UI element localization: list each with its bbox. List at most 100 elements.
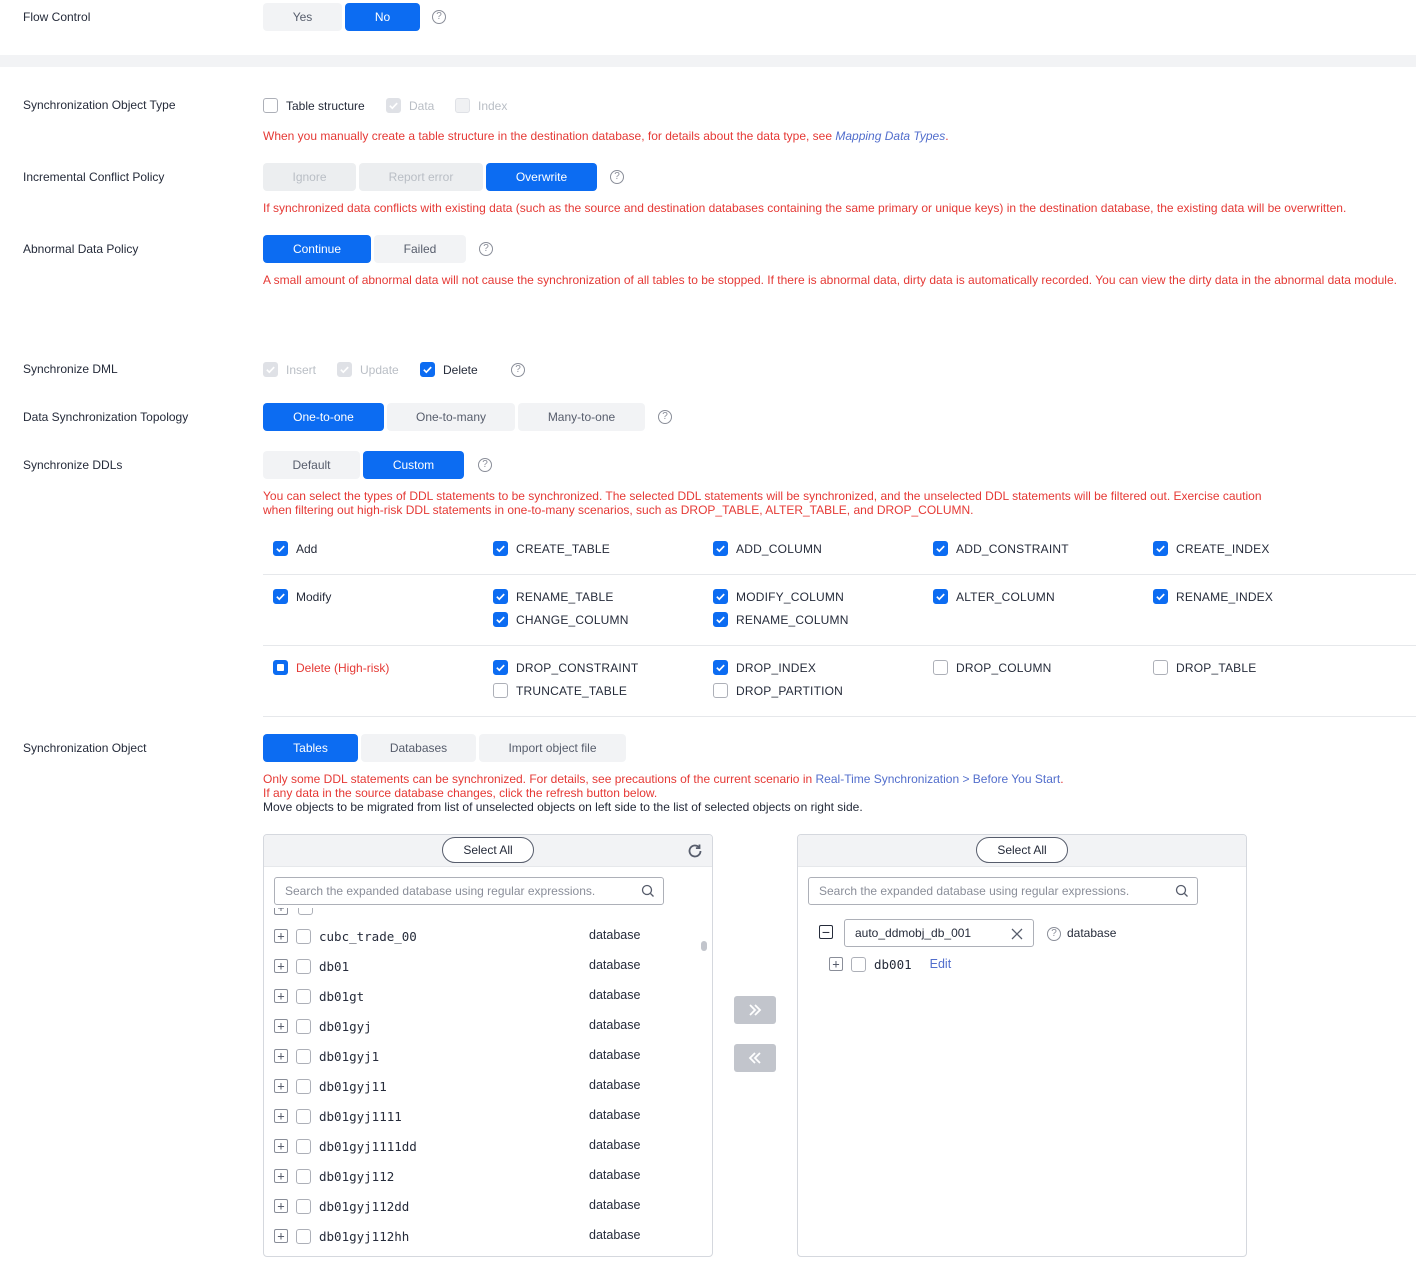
checkbox-box[interactable]: [713, 589, 728, 604]
list-item[interactable]: + db01gt: [274, 986, 364, 1006]
row-checkbox[interactable]: [296, 988, 311, 1004]
before-you-start-link[interactable]: Real-Time Synchronization > Before You S…: [816, 772, 1061, 786]
list-item[interactable]: + db001 Edit: [829, 954, 951, 974]
list-item[interactable]: + db01gyj11: [274, 1076, 387, 1096]
ddl-create-table[interactable]: CREATE_TABLE: [493, 541, 610, 556]
ddl-create-index[interactable]: CREATE_INDEX: [1153, 541, 1270, 556]
checkbox-box[interactable]: [493, 541, 508, 556]
topology-help-icon[interactable]: ?: [658, 410, 672, 424]
right-search-input[interactable]: Search the expanded database using regul…: [808, 877, 1198, 905]
ddl-truncate-table[interactable]: TRUNCATE_TABLE: [493, 683, 627, 698]
ddl-add-column[interactable]: ADD_COLUMN: [713, 541, 822, 556]
checkbox-box[interactable]: [933, 541, 948, 556]
ddl-group-modify[interactable]: Modify: [273, 589, 331, 604]
ddl-rename-column[interactable]: RENAME_COLUMN: [713, 612, 849, 627]
ddl-drop-index[interactable]: DROP_INDEX: [713, 660, 816, 675]
row-checkbox[interactable]: [296, 1168, 311, 1184]
checkbox-box[interactable]: [493, 660, 508, 675]
expand-icon[interactable]: +: [274, 1169, 288, 1183]
expand-icon[interactable]: +: [274, 1199, 288, 1213]
right-select-all-button[interactable]: Select All: [976, 837, 1068, 863]
list-item[interactable]: + db01gyj112: [274, 1166, 394, 1186]
ddl-group-delete[interactable]: Delete (High-risk): [273, 660, 389, 675]
list-item[interactable]: + db01gyj: [274, 1016, 372, 1036]
flow-control-no[interactable]: No: [345, 3, 420, 31]
search-icon[interactable]: [1175, 884, 1189, 898]
checkbox-box[interactable]: [420, 362, 435, 377]
dml-delete[interactable]: Delete: [420, 362, 478, 377]
checkbox-box[interactable]: [933, 660, 948, 675]
checkbox-box[interactable]: [713, 660, 728, 675]
row-checkbox[interactable]: [296, 1198, 311, 1214]
checkbox-box[interactable]: [1153, 660, 1168, 675]
checkbox-box[interactable]: [273, 589, 288, 604]
ddl-modify-column[interactable]: MODIFY_COLUMN: [713, 589, 844, 604]
checkbox-box[interactable]: [273, 541, 288, 556]
tab-databases[interactable]: Databases: [361, 734, 476, 762]
expand-icon[interactable]: +: [274, 929, 288, 943]
flow-control-help-icon[interactable]: ?: [432, 10, 446, 24]
ddl-rename-index[interactable]: RENAME_INDEX: [1153, 589, 1273, 604]
ddl-drop-table[interactable]: DROP_TABLE: [1153, 660, 1256, 675]
checkbox-box[interactable]: [1153, 541, 1168, 556]
checkbox-box[interactable]: [713, 541, 728, 556]
tab-tables[interactable]: Tables: [263, 734, 358, 762]
flow-control-yes[interactable]: Yes: [263, 3, 342, 31]
checkbox-box[interactable]: [273, 660, 288, 675]
ddl-custom[interactable]: Custom: [363, 451, 464, 479]
database-help-icon[interactable]: ?: [1047, 927, 1061, 941]
checkbox-box[interactable]: [933, 589, 948, 604]
row-checkbox[interactable]: [296, 1078, 311, 1094]
ddl-default[interactable]: Default: [263, 451, 360, 479]
ddl-drop-column[interactable]: DROP_COLUMN: [933, 660, 1052, 675]
expand-icon[interactable]: +: [274, 959, 288, 973]
list-item[interactable]: + db01: [274, 956, 349, 976]
incremental-conflict-help-icon[interactable]: ?: [610, 170, 624, 184]
sync-ddls-help-icon[interactable]: ?: [478, 458, 492, 472]
list-item[interactable]: + db01gyj1111dd: [274, 1136, 417, 1156]
row-checkbox[interactable]: [296, 928, 311, 944]
row-checkbox[interactable]: [851, 956, 866, 972]
expand-icon[interactable]: +: [274, 1109, 288, 1123]
expand-icon[interactable]: +: [274, 989, 288, 1003]
checkbox-table-structure[interactable]: Table structure: [263, 98, 365, 113]
expand-icon[interactable]: +: [274, 1229, 288, 1243]
collapse-icon[interactable]: −: [819, 925, 833, 940]
rename-database-input[interactable]: auto_ddmobj_db_001: [844, 919, 1034, 947]
conflict-overwrite[interactable]: Overwrite: [486, 163, 597, 191]
abnormal-data-help-icon[interactable]: ?: [479, 242, 493, 256]
ddl-change-column[interactable]: CHANGE_COLUMN: [493, 612, 629, 627]
search-icon[interactable]: [641, 884, 655, 898]
mapping-data-types-link[interactable]: Mapping Data Types: [835, 129, 945, 143]
abnormal-continue[interactable]: Continue: [263, 235, 371, 263]
expand-icon[interactable]: +: [274, 1049, 288, 1063]
move-right-button[interactable]: [734, 996, 776, 1024]
list-item[interactable]: + db01gyj112dd: [274, 1196, 409, 1216]
clear-icon[interactable]: [1011, 928, 1023, 940]
expand-icon[interactable]: +: [829, 957, 843, 971]
list-item[interactable]: + db01gyj1111: [274, 1106, 402, 1126]
list-item[interactable]: + db01gyj112hh: [274, 1226, 409, 1246]
checkbox-box[interactable]: [713, 612, 728, 627]
ddl-add-constraint[interactable]: ADD_CONSTRAINT: [933, 541, 1069, 556]
ddl-alter-column[interactable]: ALTER_COLUMN: [933, 589, 1055, 604]
edit-link[interactable]: Edit: [930, 957, 952, 971]
list-item[interactable]: + cubc_trade_00: [274, 926, 417, 946]
tab-import-object-file[interactable]: Import object file: [479, 734, 626, 762]
sync-dml-help-icon[interactable]: ?: [511, 363, 525, 377]
row-checkbox[interactable]: [296, 1228, 311, 1244]
ddl-group-add[interactable]: Add: [273, 541, 317, 556]
ddl-rename-table[interactable]: RENAME_TABLE: [493, 589, 614, 604]
ddl-drop-partition[interactable]: DROP_PARTITION: [713, 683, 843, 698]
checkbox-box[interactable]: [713, 683, 728, 698]
refresh-icon[interactable]: [686, 842, 704, 860]
list-item[interactable]: + db01gyj1: [274, 1046, 379, 1066]
topology-one-to-many[interactable]: One-to-many: [387, 403, 515, 431]
expand-icon[interactable]: +: [274, 1139, 288, 1153]
checkbox-box[interactable]: [493, 612, 508, 627]
row-checkbox[interactable]: [296, 1108, 311, 1124]
checkbox-box[interactable]: [493, 683, 508, 698]
row-checkbox[interactable]: [296, 1018, 311, 1034]
row-checkbox[interactable]: [296, 958, 311, 974]
expand-icon[interactable]: +: [274, 1019, 288, 1033]
